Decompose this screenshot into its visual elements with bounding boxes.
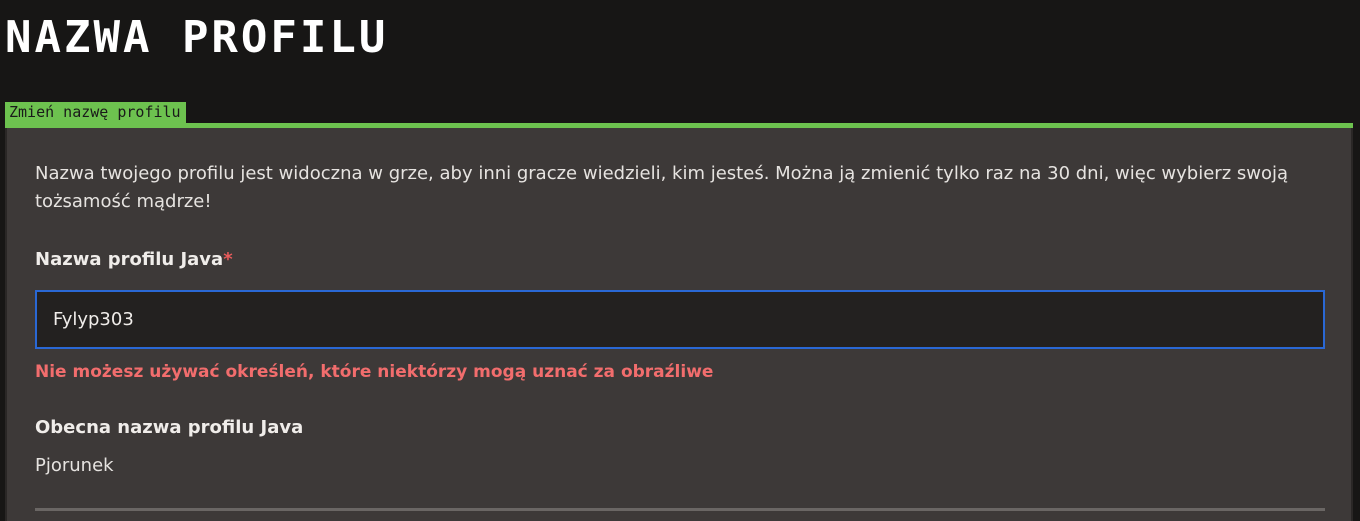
profile-name-description: Nazwa twojego profilu jest widoczna w gr…	[35, 163, 1289, 212]
java-profile-name-label: Nazwa profilu Java*	[35, 246, 233, 274]
current-profile-name-value: Pjorunek	[35, 455, 114, 476]
change-profile-name-panel: Nazwa twojego profilu jest widoczna w gr…	[5, 128, 1353, 521]
section-tab-label: Zmień nazwę profilu	[5, 102, 186, 123]
page-title: NAZWA PROFILU	[5, 12, 389, 63]
offensive-name-error: Nie możesz używać określeń, które niektó…	[35, 362, 714, 382]
current-profile-name-label: Obecna nazwa profilu Java	[35, 417, 304, 438]
section-divider	[35, 508, 1325, 511]
java-profile-name-label-text: Nazwa profilu Java	[35, 249, 224, 270]
required-marker: *	[223, 249, 233, 270]
java-profile-name-input[interactable]	[35, 290, 1325, 349]
